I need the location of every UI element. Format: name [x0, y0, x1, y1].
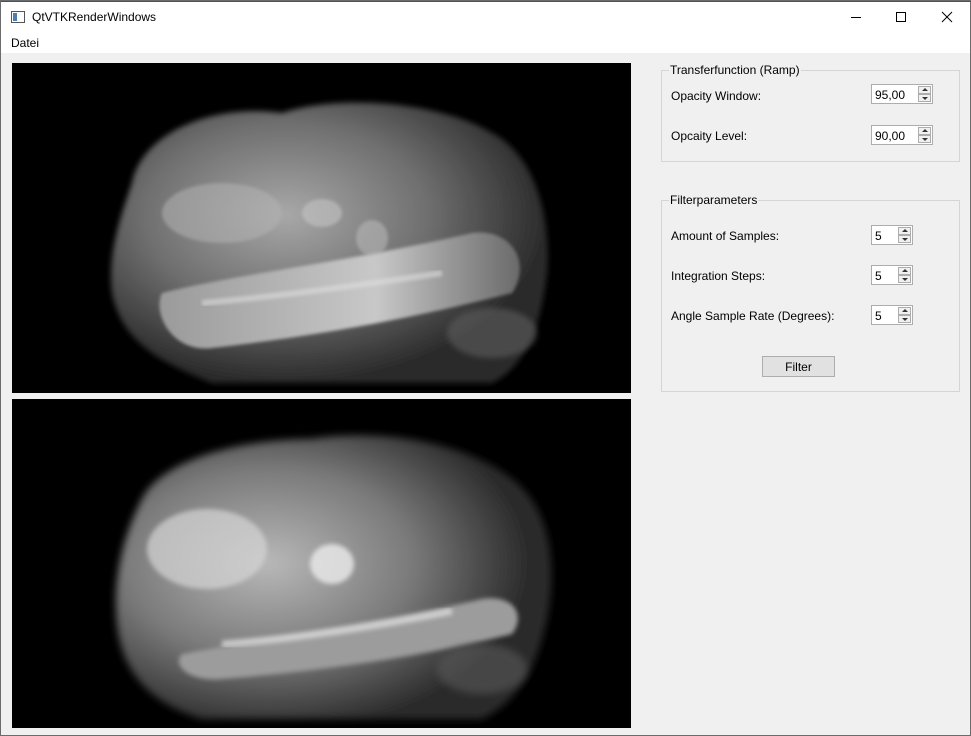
amount-samples-spinbox[interactable]: 5	[871, 225, 913, 245]
menu-datei[interactable]: Datei	[11, 36, 39, 50]
spin-up-icon[interactable]	[918, 127, 931, 135]
amount-samples-stepper[interactable]	[898, 227, 911, 243]
angle-sample-rate-spinbox[interactable]: 5	[871, 305, 913, 325]
app-icon	[11, 11, 25, 23]
volume-render-top	[111, 102, 548, 383]
opacity-level-stepper[interactable]	[918, 127, 931, 143]
angle-sample-rate-stepper[interactable]	[898, 307, 911, 323]
client-area: Transferfunction (Ramp) Opacity Window: …	[1, 53, 970, 735]
filterparameters-group-title: Filterparameters	[669, 193, 759, 207]
amount-samples-label: Amount of Samples:	[671, 229, 780, 243]
volume-render-bottom	[115, 435, 552, 719]
maximize-icon	[896, 12, 906, 22]
opacity-window-spinbox[interactable]: 95,00	[871, 84, 933, 104]
transferfunction-group: Transferfunction (Ramp) Opacity Window: …	[661, 63, 960, 162]
main-window: QtVTKRenderWindows Datei Transferfunctio…	[0, 0, 971, 736]
filterparameters-group: Filterparameters Amount of Samples: 5 In…	[661, 193, 960, 392]
amount-samples-value: 5	[875, 229, 882, 243]
transferfunction-group-title: Transferfunction (Ramp)	[669, 63, 801, 77]
spin-down-icon[interactable]	[898, 235, 911, 243]
integration-steps-stepper[interactable]	[898, 267, 911, 283]
spin-down-icon[interactable]	[918, 135, 931, 143]
opacity-window-stepper[interactable]	[918, 86, 931, 102]
maximize-button[interactable]	[878, 2, 924, 32]
minimize-icon	[851, 16, 861, 18]
close-icon	[941, 11, 953, 23]
spin-down-icon[interactable]	[898, 275, 911, 283]
render-view-bottom[interactable]	[12, 399, 631, 728]
render-view-top[interactable]	[12, 63, 631, 393]
opacity-level-spinbox[interactable]: 90,00	[871, 125, 933, 145]
spin-up-icon[interactable]	[898, 227, 911, 235]
minimize-button[interactable]	[833, 2, 879, 32]
filter-button[interactable]: Filter	[762, 356, 835, 377]
spin-up-icon[interactable]	[918, 86, 931, 94]
opacity-window-label: Opacity Window:	[671, 89, 762, 103]
close-button[interactable]	[924, 2, 970, 32]
angle-sample-rate-value: 5	[875, 309, 882, 323]
integration-steps-spinbox[interactable]: 5	[871, 265, 913, 285]
angle-sample-rate-label: Angle Sample Rate (Degrees):	[671, 309, 835, 323]
title-bar[interactable]: QtVTKRenderWindows	[1, 2, 970, 32]
opacity-level-label: Opcaity Level:	[671, 129, 748, 143]
integration-steps-value: 5	[875, 269, 882, 283]
window-title: QtVTKRenderWindows	[32, 10, 157, 24]
integration-steps-label: Integration Steps:	[671, 269, 766, 283]
spin-up-icon[interactable]	[898, 267, 911, 275]
spin-up-icon[interactable]	[898, 307, 911, 315]
opacity-window-value: 95,00	[875, 88, 906, 102]
spin-down-icon[interactable]	[898, 315, 911, 323]
menu-bar: Datei	[1, 32, 970, 53]
opacity-level-value: 90,00	[875, 129, 906, 143]
spin-down-icon[interactable]	[918, 94, 931, 102]
